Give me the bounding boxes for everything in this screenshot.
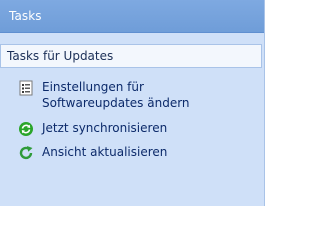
task-label[interactable]: Einstellungen für Softwareupdates ändern — [42, 79, 242, 111]
task-label[interactable]: Ansicht aktualisieren — [42, 144, 167, 160]
tasks-group-label: Tasks für Updates — [7, 49, 114, 63]
tasks-header: Tasks — [0, 0, 264, 33]
task-sync-now[interactable]: Jetzt synchronisieren — [0, 120, 260, 138]
tasks-header-title: Tasks — [9, 9, 42, 23]
task-label[interactable]: Jetzt synchronisieren — [42, 120, 167, 136]
tasks-pane: Tasks Tasks für Updates Einstellungen fü… — [0, 0, 265, 206]
sync-icon — [18, 121, 34, 137]
task-refresh-view[interactable]: Ansicht aktualisieren — [0, 144, 260, 162]
refresh-icon — [18, 145, 34, 161]
task-change-update-settings[interactable]: Einstellungen für Softwareupdates ändern — [0, 79, 260, 111]
tasks-group-title: Tasks für Updates — [0, 44, 262, 68]
settings-list-icon — [18, 80, 34, 96]
window-right-edge — [265, 0, 270, 206]
